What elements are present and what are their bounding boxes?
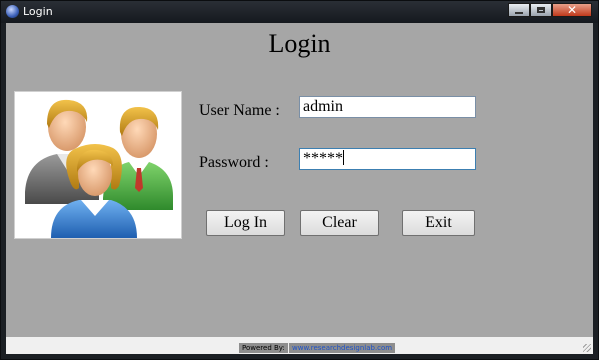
page-title: Login <box>268 29 331 58</box>
exit-button[interactable]: Exit <box>402 210 475 236</box>
website-link[interactable]: www.researchdesignlab.com <box>289 343 396 353</box>
maximize-icon <box>537 7 545 13</box>
clear-button[interactable]: Clear <box>300 210 379 236</box>
username-input[interactable]: admin <box>299 96 476 118</box>
app-icon <box>6 5 19 18</box>
status-bar: Powered By: www.researchdesignlab.com <box>6 337 593 354</box>
close-button[interactable]: ✕ <box>552 3 592 17</box>
login-window: Login ✕ Login User Name: admin Password… <box>0 0 599 360</box>
username-label: User Name : <box>199 102 280 119</box>
username-value: admin <box>303 98 343 115</box>
close-icon: ✕ <box>566 3 578 17</box>
window-title: Login <box>23 5 53 18</box>
password-value: ***** <box>303 150 343 167</box>
resize-grip-icon[interactable] <box>583 344 591 352</box>
title-bar[interactable]: Login ✕ <box>1 1 598 23</box>
powered-by-label: Powered By: <box>239 343 288 353</box>
window-controls: ✕ <box>508 3 592 17</box>
text-caret <box>343 150 344 165</box>
minimize-button[interactable] <box>508 3 530 17</box>
password-input[interactable]: ***** <box>299 148 476 170</box>
users-group-icon <box>14 91 182 239</box>
maximize-button[interactable] <box>530 3 552 17</box>
password-label: Password : <box>199 154 269 171</box>
minimize-icon <box>515 11 523 14</box>
form-client-area: Login User Name: admin Password: *****… <box>6 23 593 354</box>
login-button[interactable]: Log In <box>206 210 285 236</box>
